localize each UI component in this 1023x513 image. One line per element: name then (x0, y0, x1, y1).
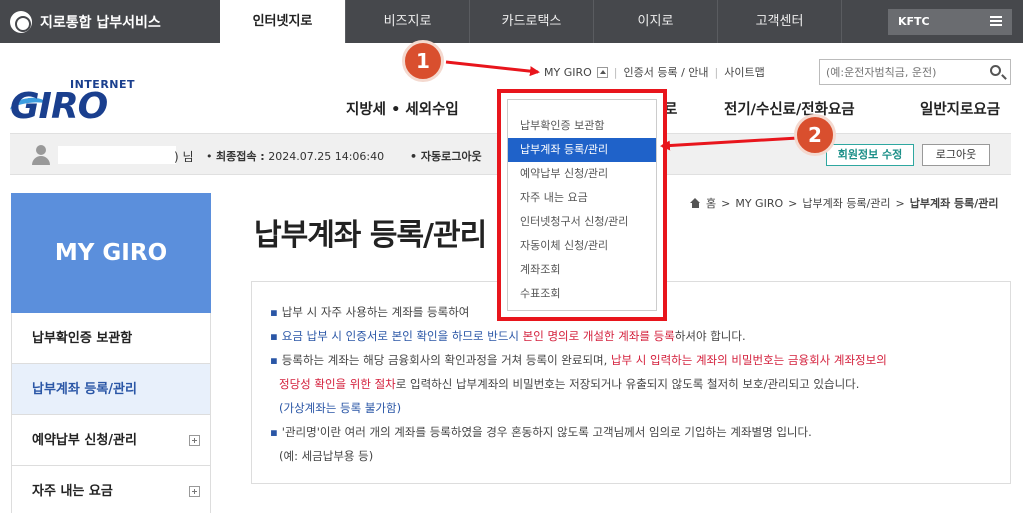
annotation-arrows (445, 60, 799, 151)
arrow-2-icon (660, 136, 799, 151)
callout-step-2: 2 (794, 114, 836, 156)
callout-step-1: 1 (402, 40, 444, 82)
arrow-1-icon (445, 60, 540, 77)
